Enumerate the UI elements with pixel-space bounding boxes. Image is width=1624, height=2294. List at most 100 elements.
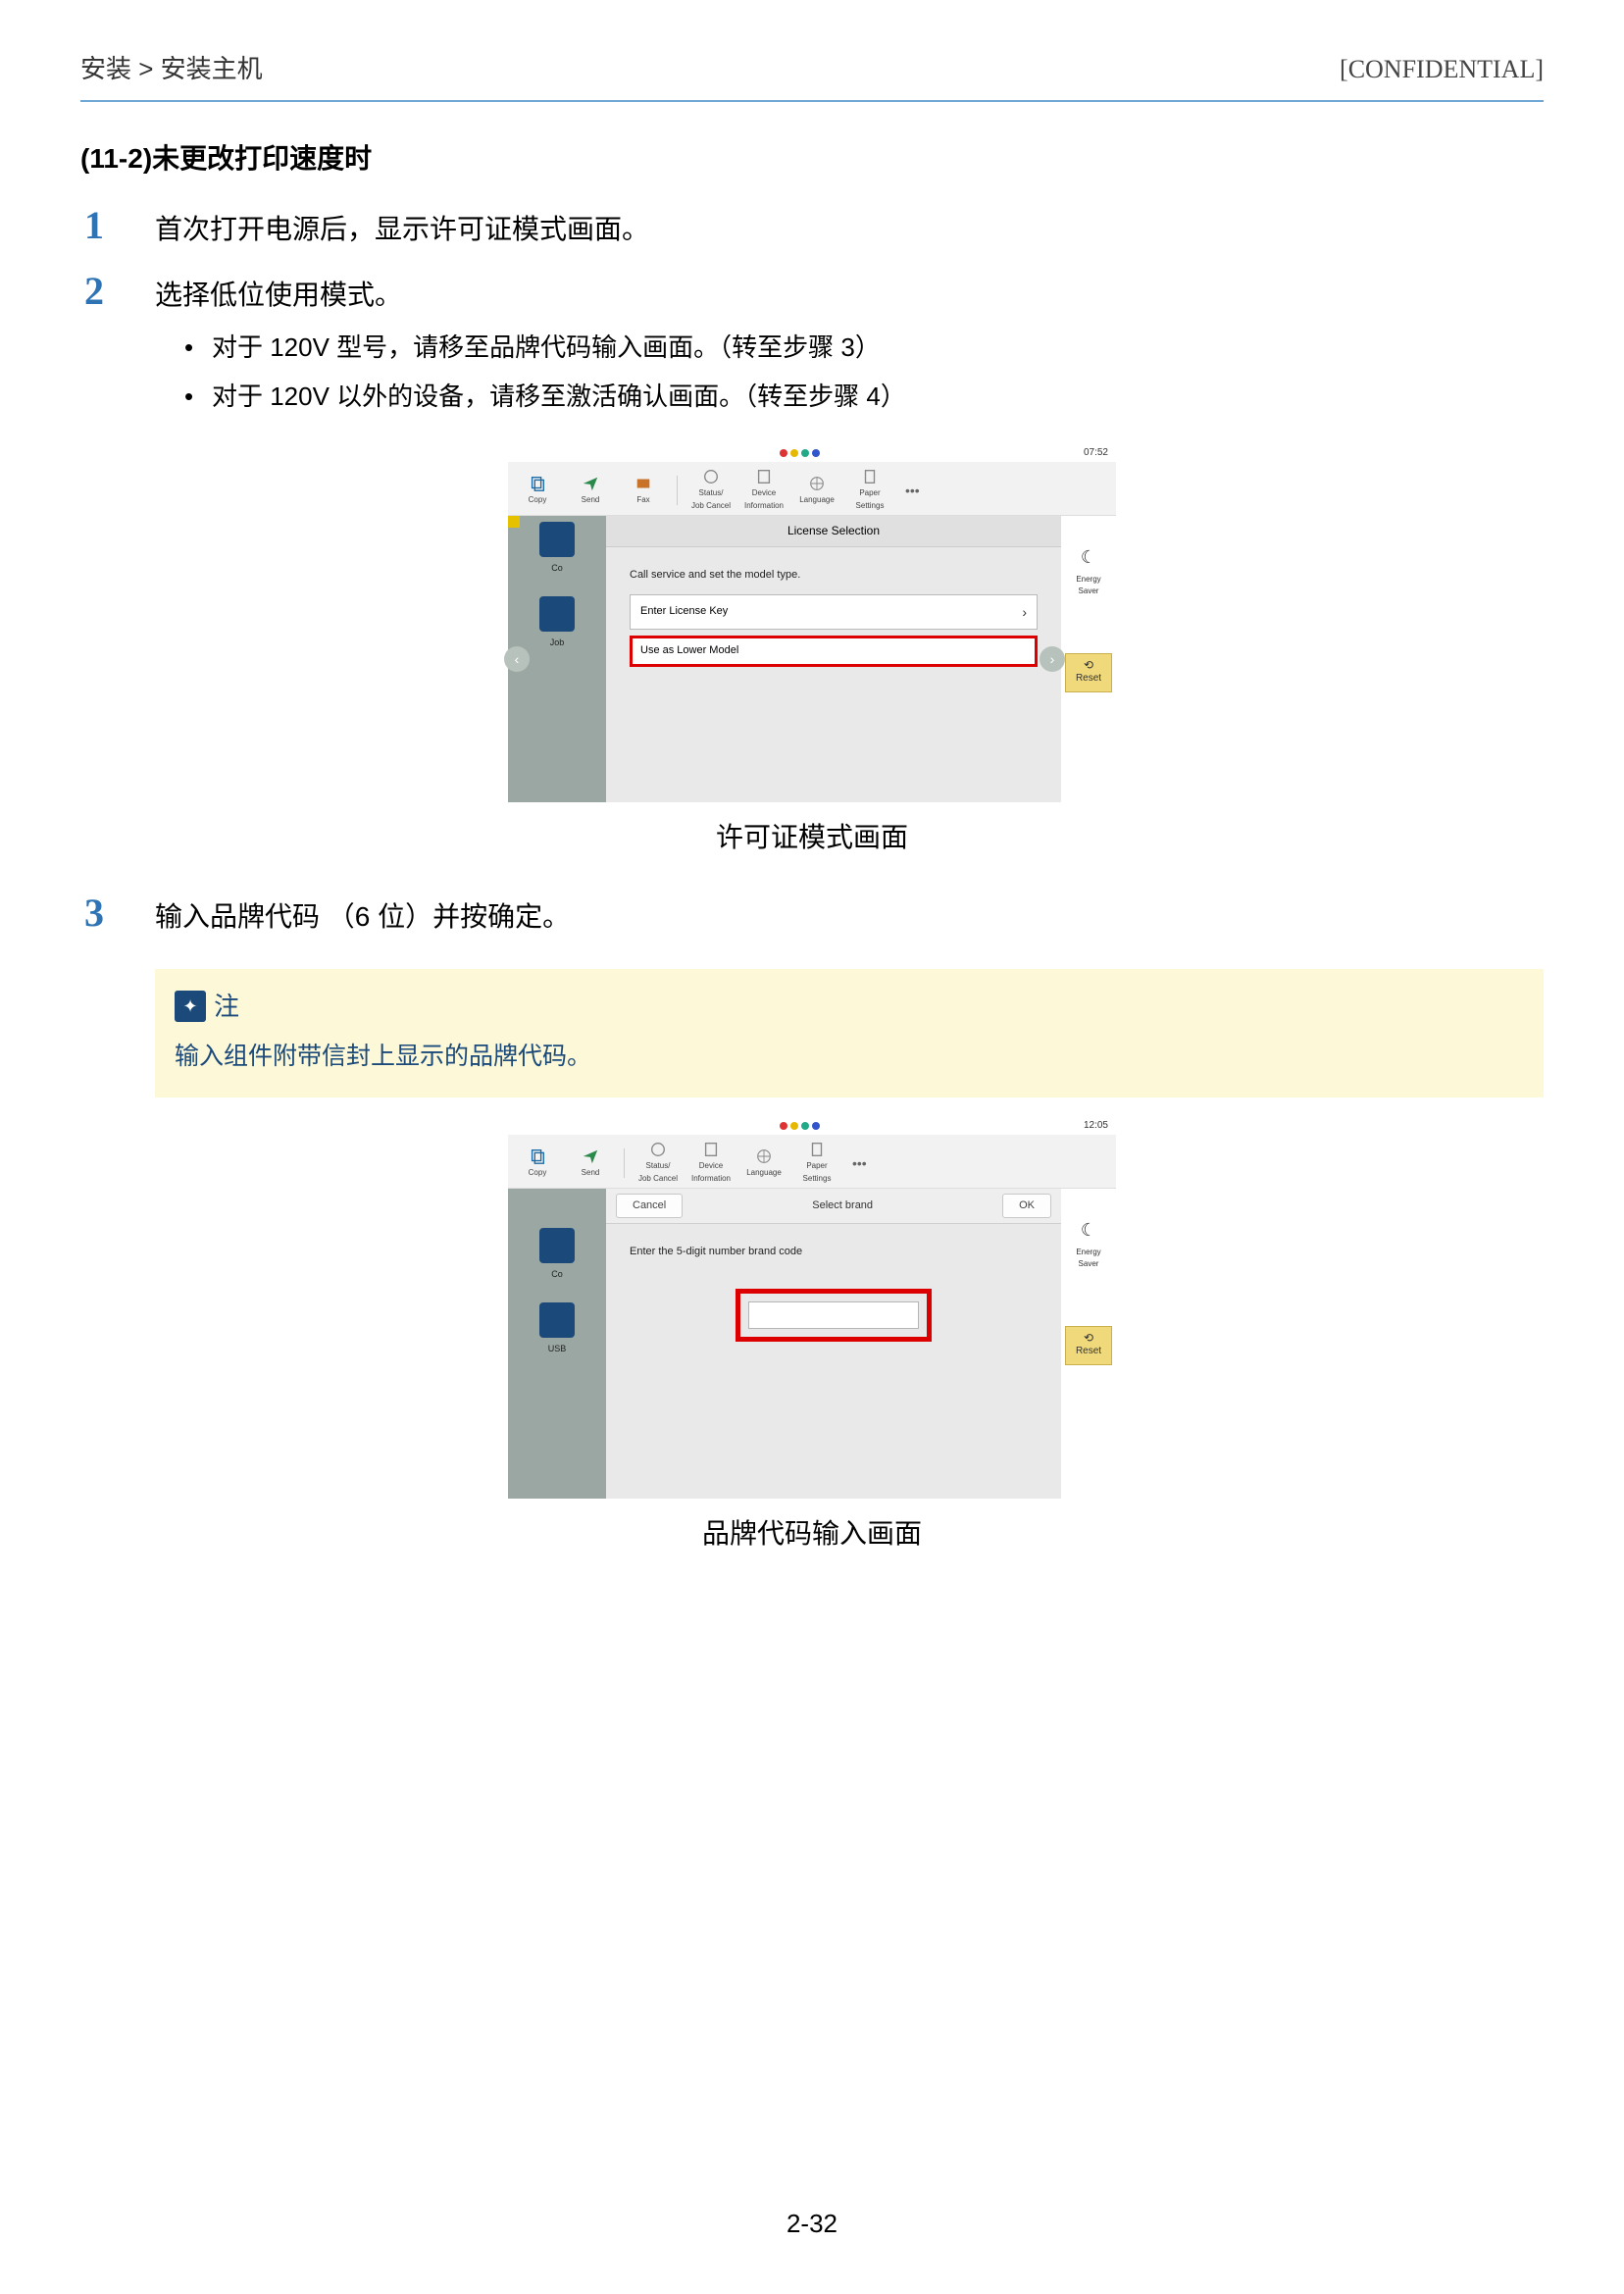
brand-code-input[interactable] bbox=[748, 1301, 919, 1329]
breadcrumb: 安装 > 安装主机 bbox=[80, 49, 263, 90]
app-icon bbox=[539, 522, 575, 557]
step-3: 3 输入品牌代码 （6 位）并按确定。 bbox=[80, 890, 1544, 949]
energy-saver-label: Energy Saver bbox=[1076, 1248, 1100, 1269]
toolbar-copy[interactable]: Copy bbox=[512, 1147, 563, 1180]
figure-caption: 许可证模式画面 bbox=[80, 816, 1544, 860]
energy-saver-label: Energy Saver bbox=[1076, 575, 1100, 596]
toolbar-paper-settings[interactable]: Paper Settings bbox=[791, 1141, 842, 1186]
toolbar-fax[interactable]: Fax bbox=[618, 475, 669, 507]
dialog-message: Call service and set the model type. bbox=[630, 567, 1038, 585]
option-label: Use as Lower Model bbox=[640, 642, 738, 660]
sidebar-label: Job bbox=[528, 636, 586, 649]
paper-icon bbox=[808, 1141, 826, 1158]
sidebar-tile[interactable]: Job bbox=[528, 596, 586, 649]
globe-icon bbox=[755, 1147, 773, 1165]
status-icon bbox=[702, 468, 720, 485]
dot-icon bbox=[790, 449, 798, 457]
toolbar-copy[interactable]: Copy bbox=[512, 475, 563, 507]
toolbar-status[interactable]: Status/ Job Cancel bbox=[685, 468, 736, 513]
device-toolbar: Copy Send Status/ Job Cancel Device Info… bbox=[508, 1135, 1116, 1189]
device-info-icon bbox=[755, 468, 773, 485]
note-box: ✦ 注 输入组件附带信封上显示的品牌代码。 bbox=[155, 969, 1544, 1098]
reset-label: Reset bbox=[1076, 1344, 1101, 1359]
separator bbox=[624, 1148, 625, 1178]
send-icon bbox=[582, 475, 599, 492]
device-statusbar: 12:05 bbox=[508, 1117, 1116, 1135]
step-text: 输入品牌代码 （6 位）并按确定。 bbox=[155, 895, 1544, 940]
bullet-item: 对于 120V 型号，请移至品牌代码输入画面。（转至步骤 3） bbox=[184, 328, 1544, 369]
toolbar-language[interactable]: Language bbox=[791, 475, 842, 507]
dialog-title: License Selection bbox=[606, 516, 1061, 547]
page-header: 安装 > 安装主机 [CONFIDENTIAL] bbox=[80, 49, 1544, 102]
section-title: (11-2)未更改打印速度时 bbox=[80, 137, 1544, 181]
energy-saver-button[interactable]: ☾ Energy Saver bbox=[1067, 1216, 1110, 1271]
step-2: 2 选择低位使用模式。 对于 120V 型号，请移至品牌代码输入画面。（转至步骤… bbox=[80, 268, 1544, 425]
copy-icon bbox=[529, 1147, 546, 1165]
note-title: 注 bbox=[214, 987, 239, 1028]
sidebar-tile[interactable]: Co bbox=[528, 1228, 586, 1281]
energy-saver-button[interactable]: ☾ Energy Saver bbox=[1067, 543, 1110, 598]
status-icon bbox=[649, 1141, 667, 1158]
dot-icon bbox=[812, 449, 820, 457]
dot-icon bbox=[790, 1122, 798, 1130]
figure-brand-code: 12:05 Copy Send Status/ Job Cancel Devic… bbox=[80, 1117, 1544, 1499]
step-number: 1 bbox=[80, 202, 155, 249]
app-icon bbox=[539, 596, 575, 632]
dialog-main: License Selection Call service and set t… bbox=[606, 516, 1061, 802]
reset-icon: ⟲ bbox=[1084, 1332, 1093, 1344]
dialog-prompt: Enter the 5-digit number brand code bbox=[630, 1244, 1038, 1261]
sidebar-label: Co bbox=[528, 561, 586, 575]
sidebar-label: USB bbox=[528, 1342, 586, 1355]
nav-prev-button[interactable]: ‹ bbox=[504, 646, 530, 672]
toolbar-device-info[interactable]: Device Information bbox=[738, 468, 789, 513]
page-number: 2-32 bbox=[0, 2204, 1624, 2245]
sidebar-tile[interactable]: USB bbox=[528, 1302, 586, 1355]
paper-icon bbox=[861, 468, 879, 485]
option-use-as-lower-model[interactable]: Use as Lower Model bbox=[630, 636, 1038, 667]
dot-icon bbox=[812, 1122, 820, 1130]
moon-icon: ☾ bbox=[1067, 543, 1110, 572]
dialog-title: Select brand bbox=[683, 1198, 1002, 1215]
reset-button[interactable]: ⟲ Reset bbox=[1065, 653, 1112, 692]
sidebar-tile[interactable]: Co bbox=[528, 522, 586, 575]
nav-next-button[interactable]: › bbox=[1040, 646, 1065, 672]
device-sidebar: Co Job ‹ bbox=[508, 516, 606, 802]
step-number: 3 bbox=[80, 890, 155, 937]
toolbar-device-info[interactable]: Device Information bbox=[685, 1141, 736, 1186]
toolbar-paper-settings[interactable]: Paper Settings bbox=[844, 468, 895, 513]
device-toolbar: Copy Send Fax Status/ Job Cancel Device … bbox=[508, 462, 1116, 516]
brand-code-highlight bbox=[736, 1289, 932, 1342]
indicator-icon bbox=[508, 516, 520, 528]
toolbar-send[interactable]: Send bbox=[565, 1147, 616, 1180]
toolbar-send[interactable]: Send bbox=[565, 475, 616, 507]
sidebar-label: Co bbox=[528, 1267, 586, 1281]
step-1: 1 首次打开电源后，显示许可证模式画面。 bbox=[80, 202, 1544, 262]
option-enter-license-key[interactable]: Enter License Key › bbox=[630, 594, 1038, 630]
step-text: 选择低位使用模式。 bbox=[155, 274, 1544, 318]
device-rightbar: ☾ Energy Saver ⟲ Reset bbox=[1061, 516, 1116, 802]
clock: 12:05 bbox=[1084, 1118, 1108, 1134]
device-rightbar: ☾ Energy Saver ⟲ Reset bbox=[1061, 1189, 1116, 1500]
toolbar-status[interactable]: Status/ Job Cancel bbox=[633, 1141, 684, 1186]
toolbar-more[interactable]: ••• bbox=[844, 1152, 875, 1174]
reset-label: Reset bbox=[1076, 671, 1101, 687]
status-indicators bbox=[780, 449, 820, 457]
toolbar-language[interactable]: Language bbox=[738, 1147, 789, 1180]
step-text: 首次打开电源后，显示许可证模式画面。 bbox=[155, 208, 1544, 252]
dot-icon bbox=[801, 449, 809, 457]
usb-icon bbox=[539, 1302, 575, 1338]
send-icon bbox=[582, 1147, 599, 1165]
bullet-item: 对于 120V 以外的设备，请移至激活确认画面。（转至步骤 4） bbox=[184, 377, 1544, 418]
status-indicators bbox=[780, 1122, 820, 1130]
moon-icon: ☾ bbox=[1067, 1216, 1110, 1245]
device-statusbar: 07:52 bbox=[508, 444, 1116, 462]
reset-button[interactable]: ⟲ Reset bbox=[1065, 1326, 1112, 1365]
cancel-button[interactable]: Cancel bbox=[616, 1194, 683, 1219]
ok-button[interactable]: OK bbox=[1002, 1194, 1051, 1219]
globe-icon bbox=[808, 475, 826, 492]
app-icon bbox=[539, 1228, 575, 1263]
figure-caption: 品牌代码输入画面 bbox=[80, 1512, 1544, 1556]
dialog-bar: Cancel Select brand OK bbox=[606, 1189, 1061, 1225]
option-label: Enter License Key bbox=[640, 603, 728, 621]
toolbar-more[interactable]: ••• bbox=[897, 480, 928, 501]
